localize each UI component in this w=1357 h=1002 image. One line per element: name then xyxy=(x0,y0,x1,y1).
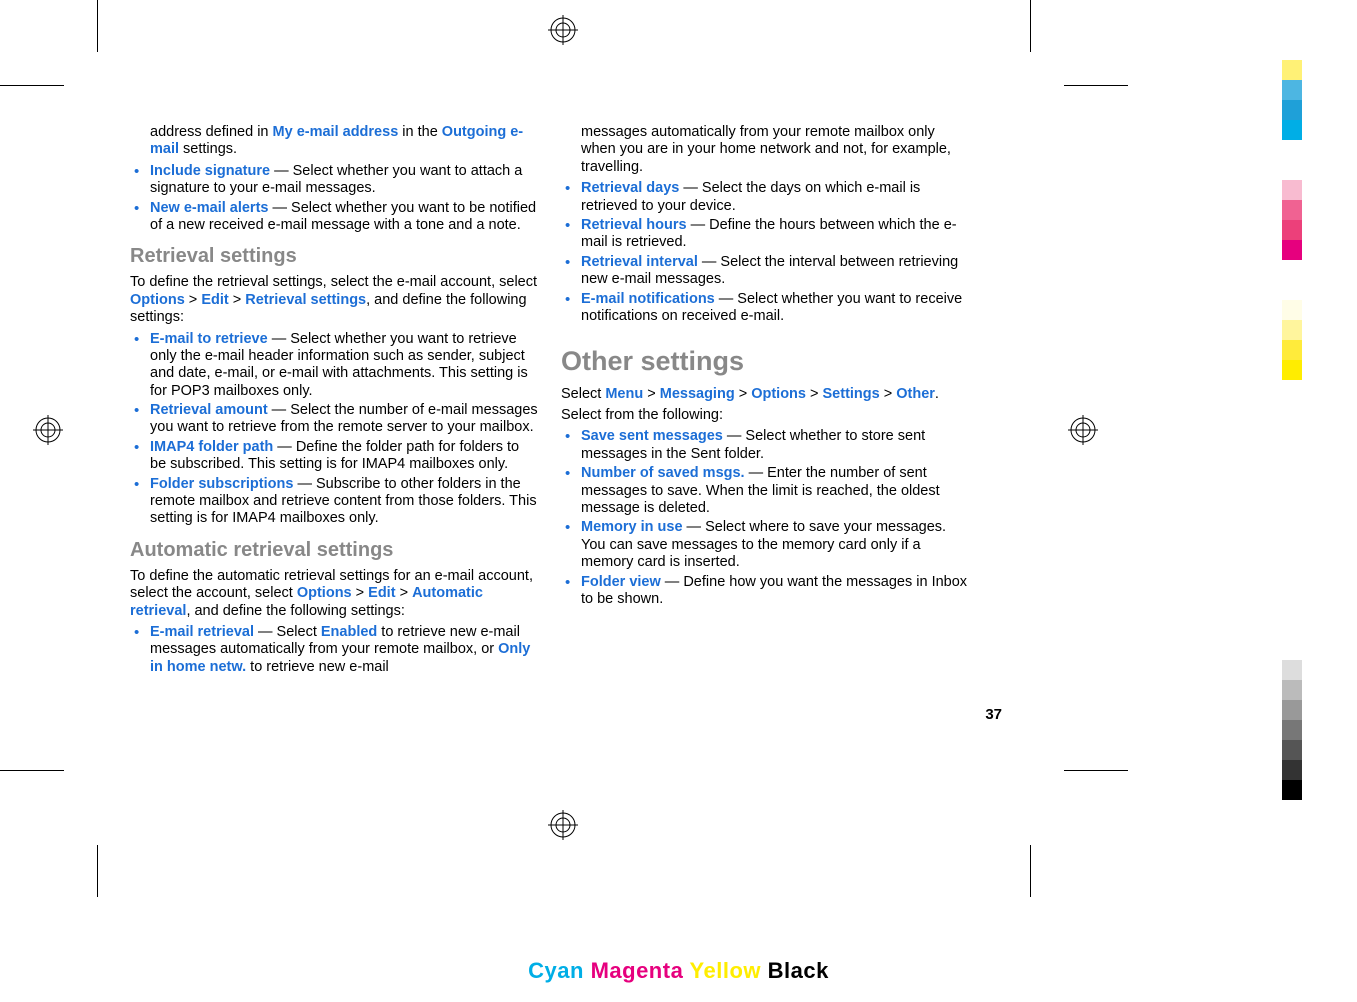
crop-mark xyxy=(1064,85,1128,86)
term: My e-mail address xyxy=(273,124,399,140)
list-item: Save sent messages — Select whether to s… xyxy=(561,428,970,463)
term: Retrieval hours xyxy=(581,217,687,233)
list-item: Folder subscriptions — Subscribe to othe… xyxy=(130,476,539,528)
term: Options xyxy=(751,386,806,402)
crop-mark xyxy=(97,845,98,897)
list-item: Number of saved msgs. — Enter the number… xyxy=(561,465,970,517)
crop-mark xyxy=(0,85,64,86)
text: — Select xyxy=(254,624,321,640)
text: > xyxy=(352,585,369,601)
text: > xyxy=(643,386,660,402)
text: address defined in xyxy=(150,124,273,140)
list: E-mail retrieval — Select Enabled to ret… xyxy=(130,624,539,676)
term: Memory in use xyxy=(581,519,683,535)
list-item: Memory in use — Select where to save you… xyxy=(561,519,970,571)
text: , and define the following settings: xyxy=(186,603,404,619)
list-item: Retrieval interval — Select the interval… xyxy=(561,254,970,289)
text: > xyxy=(229,292,246,308)
text: . xyxy=(935,386,939,402)
heading-other-settings: Other settings xyxy=(561,345,970,377)
paragraph: Select from the following: xyxy=(561,407,970,424)
term: IMAP4 folder path xyxy=(150,439,273,455)
crop-mark xyxy=(97,0,98,52)
page-number: 37 xyxy=(985,706,1002,723)
grey-bars xyxy=(1282,660,1302,800)
cmyk-label: Cyan Magenta Yellow Black xyxy=(0,958,1357,984)
text: > xyxy=(806,386,823,402)
list: Retrieval days — Select the days on whic… xyxy=(561,180,970,325)
term: Options xyxy=(130,292,185,308)
term: Messaging xyxy=(660,386,735,402)
heading-auto-retrieval: Automatic retrieval settings xyxy=(130,538,539,562)
list-item: Folder view — Define how you want the me… xyxy=(561,574,970,609)
registration-mark-icon xyxy=(548,15,578,45)
paragraph: messages automatically from your remote … xyxy=(561,124,970,176)
term: Menu xyxy=(605,386,643,402)
term: Include signature xyxy=(150,163,270,179)
registration-mark-icon xyxy=(33,415,63,445)
term: E-mail notifications xyxy=(581,291,715,307)
term: Enabled xyxy=(321,624,377,640)
term: Save sent messages xyxy=(581,428,723,444)
text: > xyxy=(880,386,897,402)
text: to retrieve new e-mail xyxy=(246,659,389,675)
intro-paragraph: address defined in My e-mail address in … xyxy=(130,124,539,159)
list: Save sent messages — Select whether to s… xyxy=(561,428,970,608)
text: To define the retrieval settings, select… xyxy=(130,274,537,290)
list-item: E-mail retrieval — Select Enabled to ret… xyxy=(130,624,539,676)
term: New e-mail alerts xyxy=(150,200,268,216)
term: Retrieval amount xyxy=(150,402,268,418)
text: > xyxy=(185,292,202,308)
term: Edit xyxy=(201,292,228,308)
list-item: E-mail notifications — Select whether yo… xyxy=(561,291,970,326)
paragraph: To define the automatic retrieval settin… xyxy=(130,568,539,620)
list-item: New e-mail alerts — Select whether you w… xyxy=(130,200,539,235)
column-left: address defined in My e-mail address in … xyxy=(130,120,539,680)
registration-mark-icon xyxy=(548,810,578,840)
term: Other xyxy=(896,386,935,402)
black-label: Black xyxy=(768,958,829,983)
list-item: Retrieval amount — Select the number of … xyxy=(130,402,539,437)
crop-mark xyxy=(1030,0,1031,52)
page-content: address defined in My e-mail address in … xyxy=(130,120,970,680)
term: Folder view xyxy=(581,574,661,590)
text: settings. xyxy=(179,141,237,157)
list-item: IMAP4 folder path — Define the folder pa… xyxy=(130,439,539,474)
term: Number of saved msgs. xyxy=(581,465,745,481)
paragraph: To define the retrieval settings, select… xyxy=(130,274,539,326)
list-item: Retrieval hours — Define the hours betwe… xyxy=(561,217,970,252)
text: > xyxy=(396,585,413,601)
term: Folder subscriptions xyxy=(150,476,293,492)
list: Include signature — Select whether you w… xyxy=(130,163,539,235)
heading-retrieval-settings: Retrieval settings xyxy=(130,244,539,268)
list: E-mail to retrieve — Select whether you … xyxy=(130,331,539,528)
term: Retrieval settings xyxy=(245,292,366,308)
term: Options xyxy=(297,585,352,601)
registration-mark-icon xyxy=(1068,415,1098,445)
text: in the xyxy=(398,124,442,140)
term: Retrieval days xyxy=(581,180,679,196)
crop-mark xyxy=(0,770,64,771)
list-item: Include signature — Select whether you w… xyxy=(130,163,539,198)
color-bars xyxy=(1282,60,1302,380)
text: > xyxy=(735,386,752,402)
magenta-label: Magenta xyxy=(591,958,684,983)
crop-mark xyxy=(1030,845,1031,897)
list-item: E-mail to retrieve — Select whether you … xyxy=(130,331,539,401)
term: E-mail retrieval xyxy=(150,624,254,640)
term: Retrieval interval xyxy=(581,254,698,270)
yellow-label: Yellow xyxy=(690,958,761,983)
column-right: messages automatically from your remote … xyxy=(561,120,970,680)
paragraph: Select Menu > Messaging > Options > Sett… xyxy=(561,386,970,403)
crop-mark xyxy=(1064,770,1128,771)
cyan-label: Cyan xyxy=(528,958,584,983)
text: Select xyxy=(561,386,605,402)
term: Edit xyxy=(368,585,395,601)
list-item: Retrieval days — Select the days on whic… xyxy=(561,180,970,215)
term: E-mail to retrieve xyxy=(150,331,268,347)
term: Settings xyxy=(823,386,880,402)
